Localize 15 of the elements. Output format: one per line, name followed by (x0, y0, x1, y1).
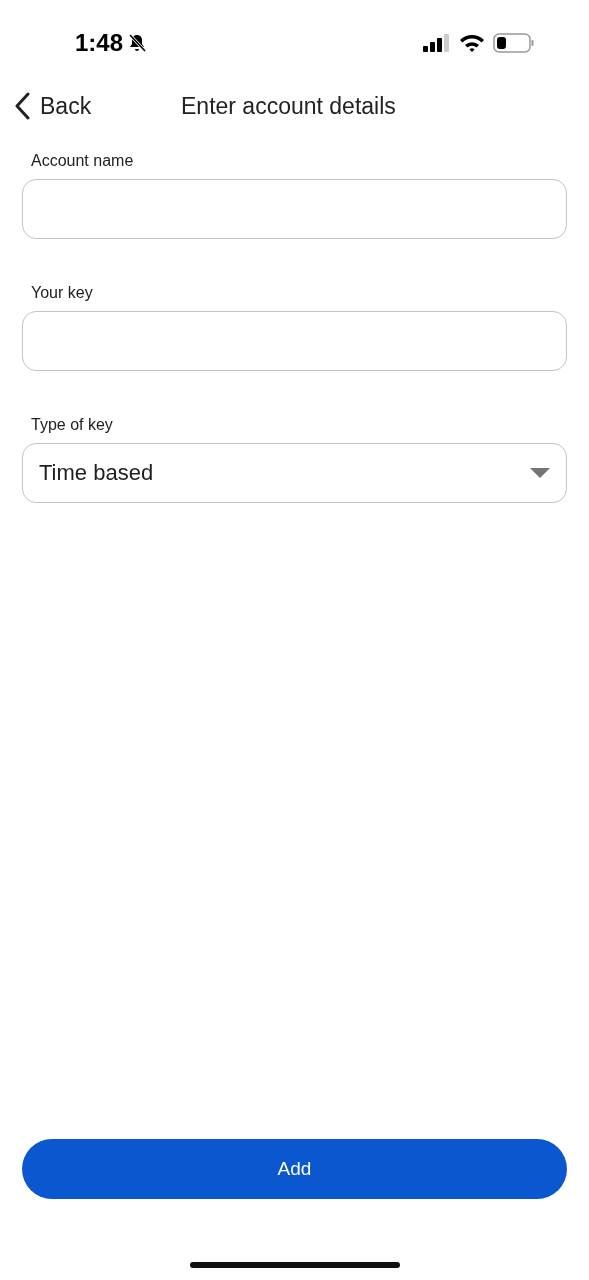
field-label: Type of key (30, 416, 114, 434)
add-button[interactable]: Add (22, 1139, 567, 1199)
dropdown-field[interactable]: Time based (22, 443, 567, 503)
back-button[interactable]: Back (14, 92, 92, 120)
signal-icon (423, 34, 451, 52)
wifi-icon (459, 33, 485, 53)
status-time: 1:48 (75, 29, 124, 57)
chevron-left-icon (14, 92, 30, 120)
field-label: Your key (30, 284, 94, 302)
battery-icon (493, 33, 535, 53)
text-field[interactable] (22, 179, 567, 239)
text-field[interactable] (22, 311, 567, 371)
page-title: Enter account details (181, 92, 396, 120)
dropdown-arrow-icon (530, 468, 550, 478)
field-label: Account name (30, 152, 135, 170)
